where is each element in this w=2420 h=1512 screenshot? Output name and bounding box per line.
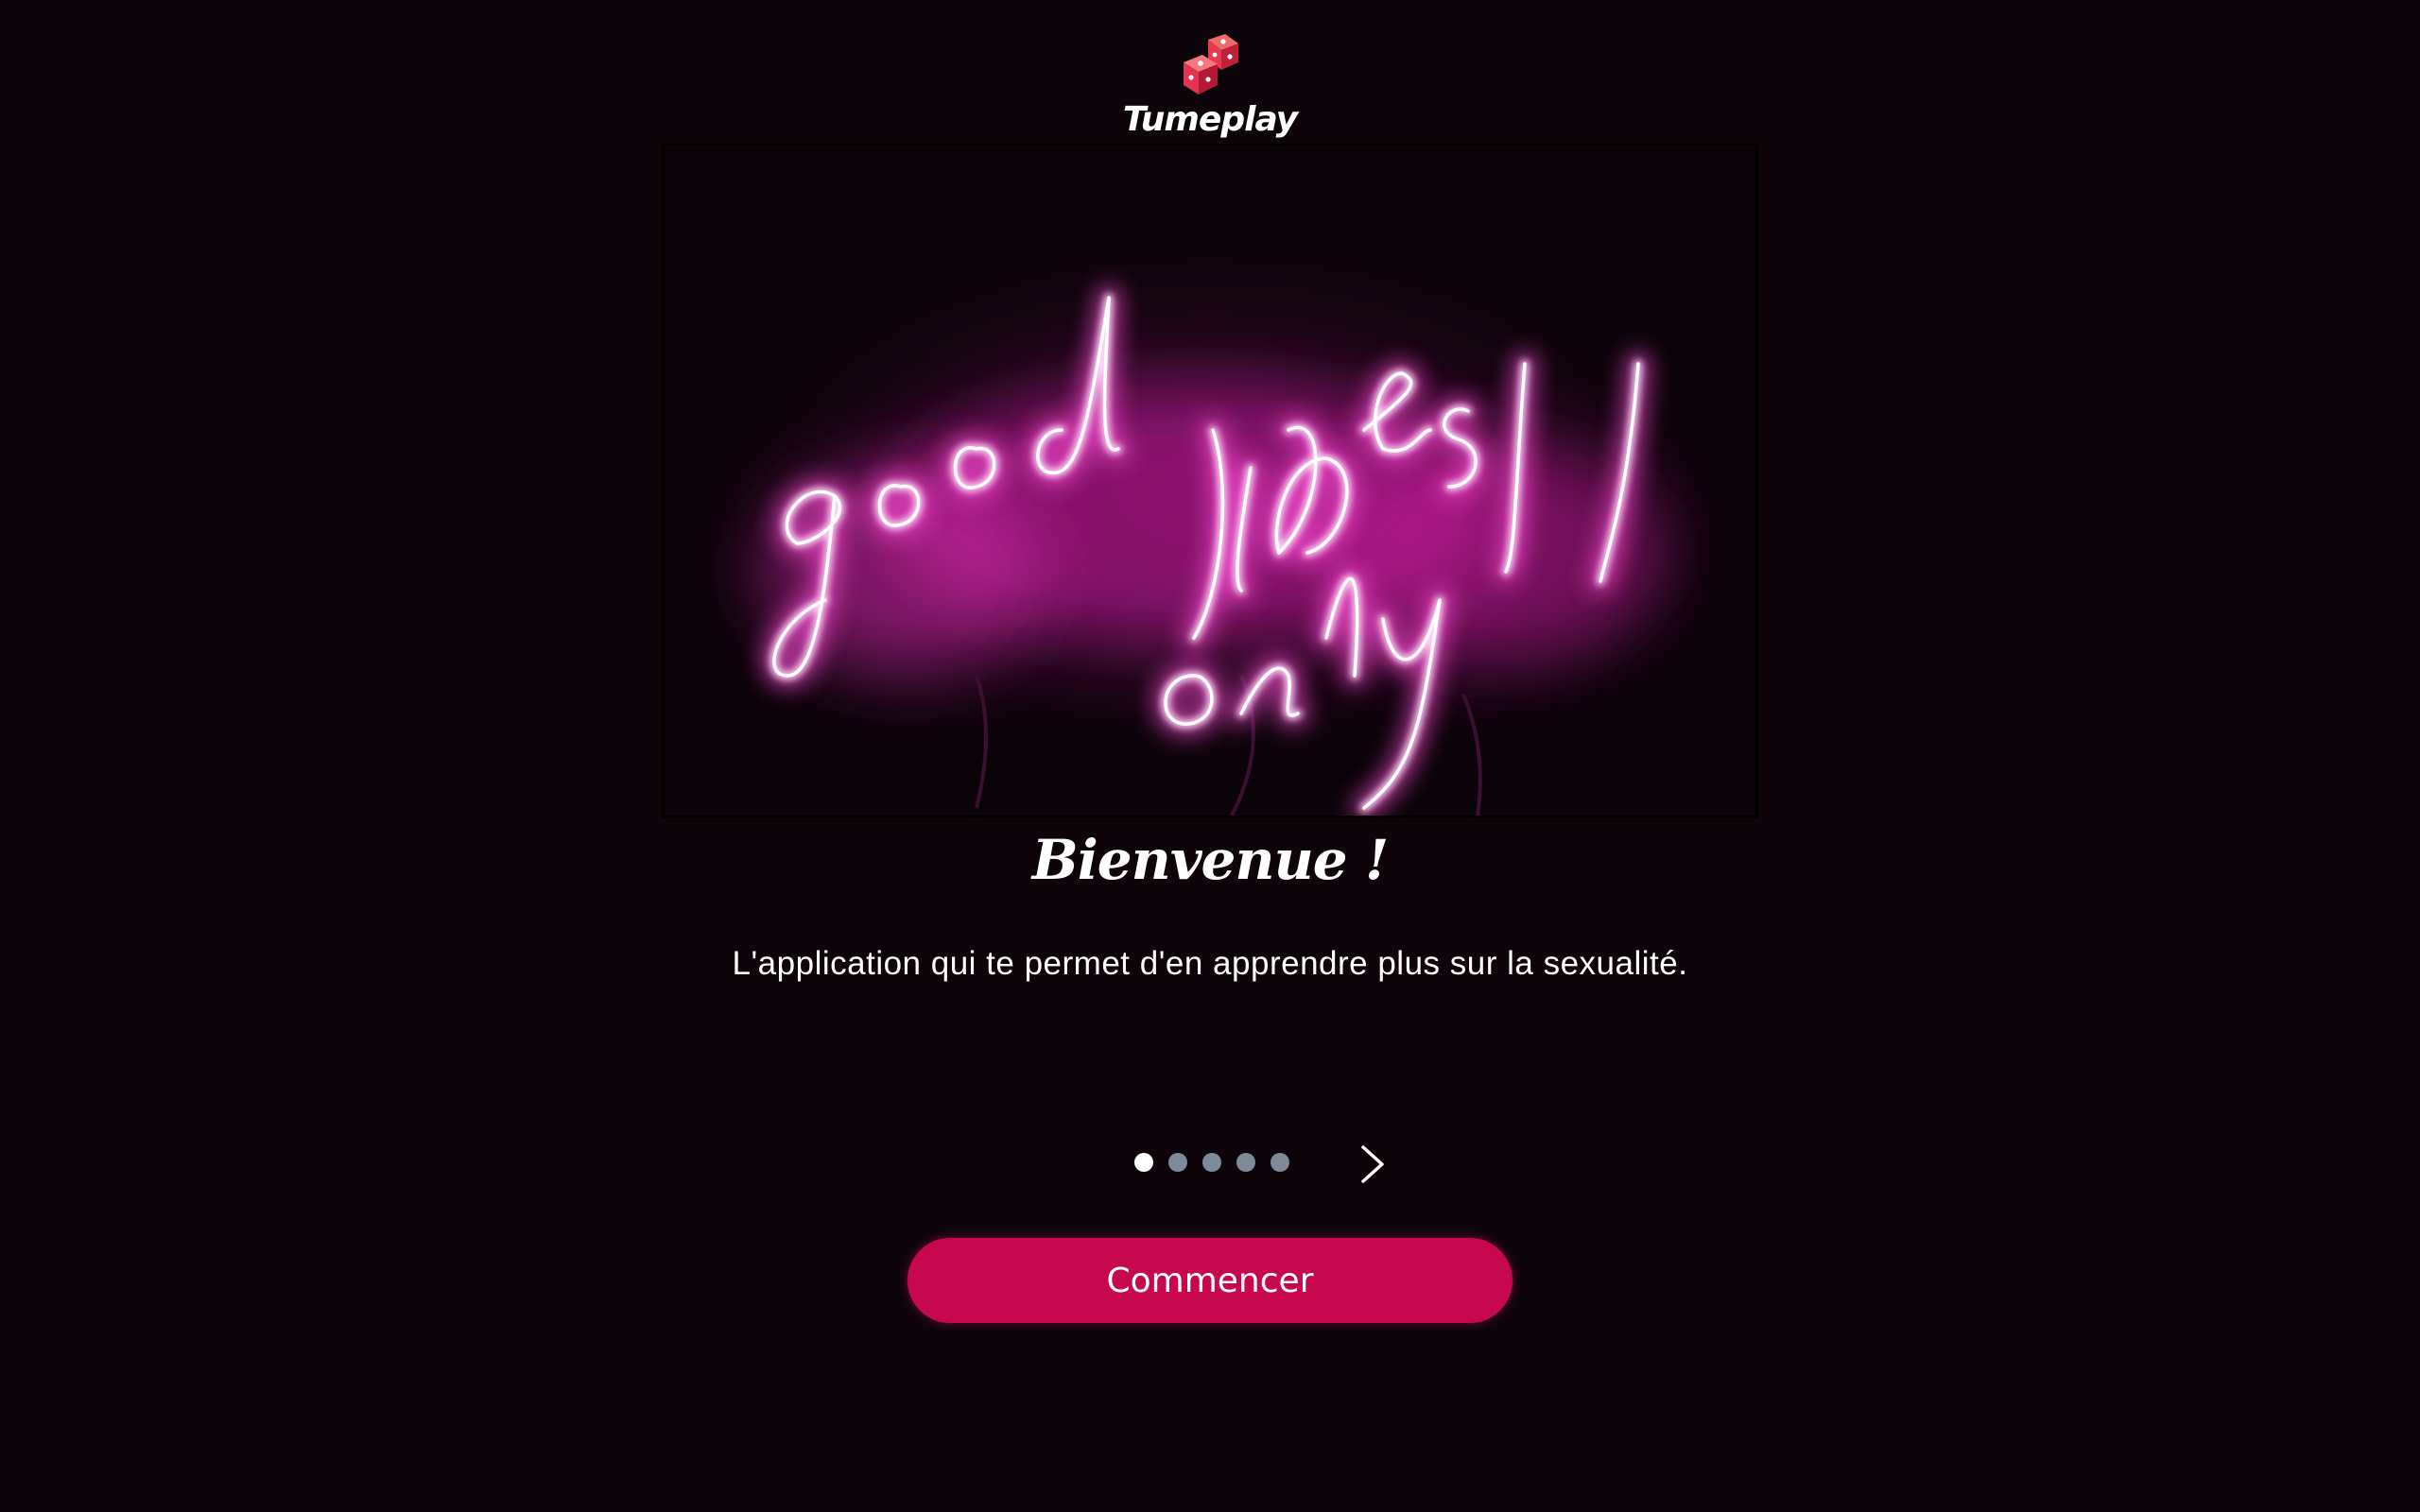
pagination [1125, 1143, 1409, 1183]
page-description: L'application qui te permet d'en apprend… [732, 945, 1688, 982]
app-name: Tumeplay [1122, 100, 1298, 139]
chevron-right-icon[interactable] [1354, 1143, 1392, 1185]
pagination-dot-4[interactable] [1236, 1153, 1255, 1172]
pagination-dot-3[interactable] [1202, 1153, 1221, 1172]
pagination-dot-1[interactable] [1134, 1153, 1153, 1172]
pagination-dot-5[interactable] [1270, 1153, 1289, 1172]
start-button[interactable]: Commencer [908, 1238, 1512, 1323]
pagination-dot-2[interactable] [1168, 1153, 1187, 1172]
neon-sign-image [662, 144, 1758, 818]
dice-icon [1184, 34, 1238, 94]
page-title: Bienvenue ! [1031, 828, 1390, 892]
onboarding-screen: Tumeplay Bienvenue ! L'application qui t… [0, 0, 2420, 1512]
app-logo: Tumeplay [1115, 34, 1305, 139]
